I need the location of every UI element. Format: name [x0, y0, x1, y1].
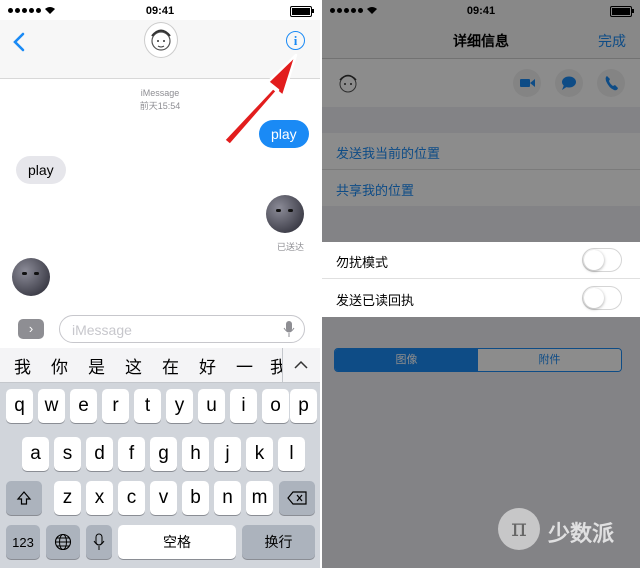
watermark-text: 少数派 [548, 521, 615, 546]
details-screen: 09:41 详细信息 完成 发送我当前的位置 共享我的位置 图像 附件 勿扰模式… [322, 0, 640, 568]
read-receipts-toggle[interactable] [582, 286, 622, 310]
do-not-disturb-label: 勿扰模式 [336, 255, 389, 270]
do-not-disturb-toggle[interactable] [582, 248, 622, 272]
messages-screen: 09:41 i iMessage 前天15:54 play play 已送达 ›… [0, 0, 320, 568]
read-receipts-row[interactable]: 发送已读回执 [322, 278, 640, 317]
watermark-logo-icon: π [498, 508, 540, 550]
panel-divider [320, 0, 322, 568]
read-receipts-label: 发送已读回执 [336, 293, 415, 308]
do-not-disturb-row[interactable]: 勿扰模式 [322, 242, 640, 278]
annotation-arrow-icon [222, 53, 298, 147]
